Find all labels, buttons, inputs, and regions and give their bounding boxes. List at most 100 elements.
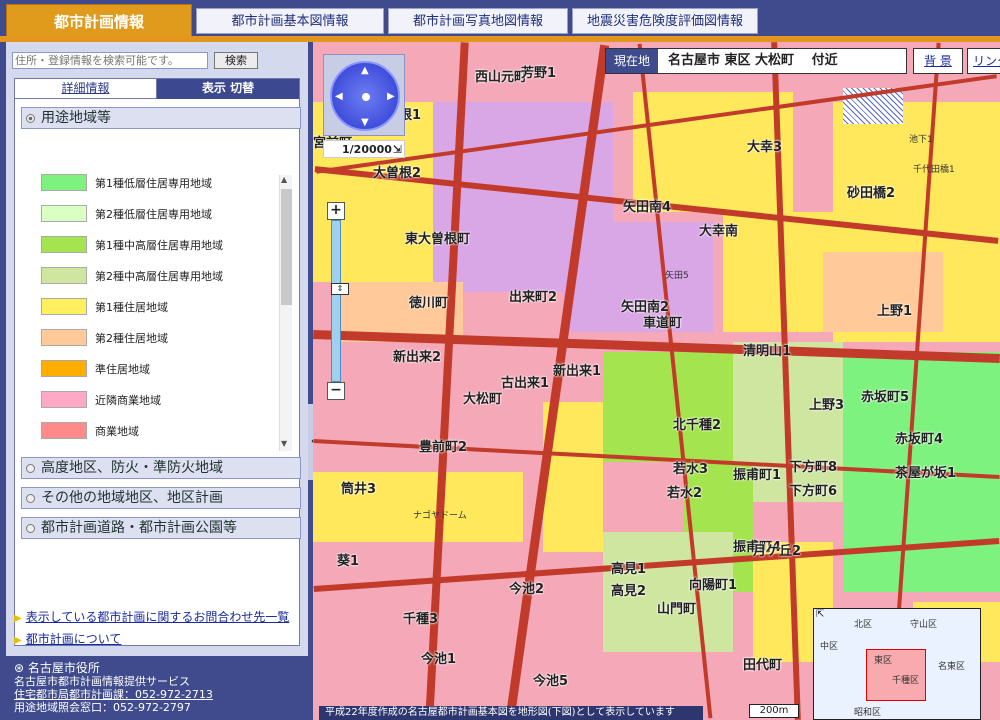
legend-label: 第1種低層住居専用地域 bbox=[95, 177, 212, 190]
pan-center-icon[interactable] bbox=[362, 93, 370, 101]
map-label: 葵1 bbox=[337, 554, 360, 569]
legend-item: 第1種低層住居専用地域 bbox=[41, 173, 271, 193]
legend-label: 準住居地域 bbox=[95, 363, 150, 376]
zoom-in-button[interactable]: + bbox=[327, 202, 345, 220]
about-link[interactable]: 都市計画について bbox=[26, 632, 122, 646]
map-label: 矢田5 bbox=[665, 271, 689, 281]
background-button[interactable]: 背 景 bbox=[913, 48, 963, 74]
map-label: 新出来1 bbox=[553, 364, 602, 379]
map-label: 西山元町 bbox=[475, 70, 528, 85]
map-label: 上野1 bbox=[877, 304, 913, 319]
legend-label: 第2種中高層住居専用地域 bbox=[95, 270, 223, 283]
map-label: 田代町 bbox=[743, 658, 783, 673]
map-label: 赤坂町5 bbox=[861, 390, 910, 405]
overview-map[interactable]: ⇱ 北区 守山区 東区 千種区 名東区 中区 昭和区 bbox=[813, 608, 981, 720]
link-button[interactable]: リンク bbox=[967, 48, 1000, 74]
pan-right-icon[interactable]: ▶ bbox=[387, 91, 395, 102]
map-label: 若水3 bbox=[673, 462, 709, 477]
map-label: 清明山1 bbox=[743, 344, 792, 359]
section-height-fire[interactable]: 高度地区、防火・準防火地域 bbox=[21, 457, 301, 479]
overview-label: 名東区 bbox=[938, 662, 966, 672]
zoom-track[interactable]: ⇕ bbox=[331, 220, 349, 382]
map-label: 出来町2 bbox=[509, 290, 558, 305]
legend-label: 第1種中高層住居専用地域 bbox=[95, 239, 223, 252]
pan-control[interactable]: ▲ ▼ ◀ ▶ bbox=[323, 54, 405, 136]
tab-base-map-info[interactable]: 都市計画基本図情報 bbox=[196, 8, 384, 34]
zoom-control[interactable]: + ⇕ − bbox=[327, 202, 349, 400]
footer-dept[interactable]: 住宅都市局都市計画課：052-972-2713 bbox=[14, 688, 308, 701]
tab-city-planning-info[interactable]: 都市計画情報 bbox=[6, 4, 192, 38]
scroll-up-icon[interactable]: ▲ bbox=[281, 175, 287, 184]
legend-swatch bbox=[41, 236, 87, 253]
scale-bar: 200m bbox=[749, 704, 799, 718]
inquiry-link-row: ▶ 表示している都市計画に関するお問合わせ先一覧 bbox=[14, 608, 289, 625]
map-label: 池下1 bbox=[909, 135, 933, 145]
tab-aerial-photo-info[interactable]: 都市計画写真地図情報 bbox=[388, 8, 568, 34]
map-label: 大幸南 bbox=[699, 224, 739, 239]
map-label: 千種3 bbox=[403, 612, 439, 627]
search-input[interactable] bbox=[12, 52, 208, 69]
map-label: 高見1 bbox=[611, 562, 647, 577]
resize-icon[interactable]: ⇲ bbox=[393, 141, 402, 159]
scale-display: 1/20000 ⇲ bbox=[323, 140, 405, 158]
pan-down-icon[interactable]: ▼ bbox=[361, 117, 369, 128]
legend-swatch bbox=[41, 329, 87, 346]
legend-label: 第2種住居地域 bbox=[95, 332, 168, 345]
map-view[interactable]: 西山元町 大曽根2 東大曽根町 出来町2 新出来2 古出来1 大松町 矢田南4 … bbox=[313, 42, 1000, 720]
map-label: 東大曽根町 bbox=[405, 232, 471, 247]
legend-item: 第2種低層住居専用地域 bbox=[41, 204, 271, 224]
footer-service: 名古屋市都市計画情報提供サービス bbox=[14, 675, 190, 688]
legend-scrollbar[interactable]: ▲ ▼ bbox=[279, 175, 292, 451]
map-notice: 平成22年度作成の名古屋都市計画基本図を地形図(下図)として表示しています bbox=[319, 706, 703, 720]
location-key: 現在地 bbox=[606, 49, 658, 73]
location-bar: 現在地 名古屋市 東区 大松町 付近 bbox=[605, 48, 907, 74]
map-label: 大松町 bbox=[463, 392, 503, 407]
section-label: その他の地域地区、地区計画 bbox=[41, 490, 223, 506]
scroll-down-icon[interactable]: ▼ bbox=[281, 439, 287, 448]
footer-org: 名古屋市役所 bbox=[27, 661, 100, 675]
tab-detail-info[interactable]: 詳細情報 bbox=[15, 79, 157, 99]
scroll-thumb[interactable] bbox=[281, 189, 292, 305]
legend-item: 第2種中高層住居専用地域 bbox=[41, 266, 271, 286]
overview-label: 昭和区 bbox=[854, 708, 882, 718]
map-label: 今池5 bbox=[533, 674, 569, 689]
tab-earthquake-risk-info[interactable]: 地震災害危険度評価図情報 bbox=[572, 8, 758, 34]
map-label: 山門町 bbox=[657, 602, 697, 617]
legend-item: 準住居地域 bbox=[41, 359, 271, 379]
zoom-slider-knob[interactable]: ⇕ bbox=[331, 283, 349, 295]
section-label: 高度地区、防火・準防火地域 bbox=[41, 460, 223, 476]
radio-icon bbox=[26, 463, 35, 473]
sidebar: 検索 詳細情報 表示 切替 用途地域等 第1種低層住居専用地域 第2種低層住居専… bbox=[6, 42, 308, 720]
legend-label: 近隣商業地域 bbox=[95, 394, 161, 407]
legend-list: 第1種低層住居専用地域 第2種低層住居専用地域 第1種中高層住居専用地域 第2種… bbox=[21, 173, 297, 453]
inquiry-link[interactable]: 表示している都市計画に関するお問合わせ先一覧 bbox=[26, 610, 290, 624]
search-button[interactable]: 検索 bbox=[214, 52, 258, 69]
section-roads-parks[interactable]: 都市計画道路・都市計画公園等 bbox=[21, 517, 301, 539]
pan-up-icon[interactable]: ▲ bbox=[361, 65, 369, 76]
map-label: 芳野1 bbox=[521, 66, 557, 81]
overview-label: 中区 bbox=[820, 642, 839, 652]
map-label: 高見2 bbox=[611, 584, 647, 599]
legend-item: 近隣商業地域 bbox=[41, 390, 271, 410]
section-other-districts[interactable]: その他の地域地区、地区計画 bbox=[21, 487, 301, 509]
map-label: 古出来1 bbox=[501, 376, 550, 391]
zoom-out-button[interactable]: − bbox=[327, 382, 345, 400]
pan-left-icon[interactable]: ◀ bbox=[335, 91, 343, 102]
legend-item: 第1種住居地域 bbox=[41, 297, 271, 317]
legend-swatch bbox=[41, 298, 87, 315]
pan-disc[interactable]: ▲ ▼ ◀ ▶ bbox=[330, 61, 400, 131]
legend-item: 第1種中高層住居専用地域 bbox=[41, 235, 271, 255]
bullet-icon: ▶ bbox=[14, 613, 22, 624]
city-emblem-icon: ⊛ bbox=[14, 661, 28, 675]
tab-display-toggle[interactable]: 表示 切替 bbox=[157, 79, 299, 99]
top-tab-bar: 都市計画情報 都市計画基本図情報 都市計画写真地図情報 地震災害危険度評価図情報 bbox=[0, 0, 1000, 38]
map-label: 徳川町 bbox=[409, 296, 449, 311]
map-label: ナゴヤドーム bbox=[413, 511, 467, 521]
map-label: 上野3 bbox=[809, 398, 845, 413]
map-label: 茶屋が坂1 bbox=[895, 466, 957, 481]
overview-toggle-icon[interactable]: ⇱ bbox=[816, 609, 824, 620]
map-label: 振甫町1 bbox=[733, 468, 782, 483]
section-land-use[interactable]: 用途地域等 bbox=[21, 107, 301, 129]
map-label: 月ケ丘2 bbox=[753, 544, 802, 559]
about-link-row: ▶ 都市計画について bbox=[14, 630, 121, 647]
